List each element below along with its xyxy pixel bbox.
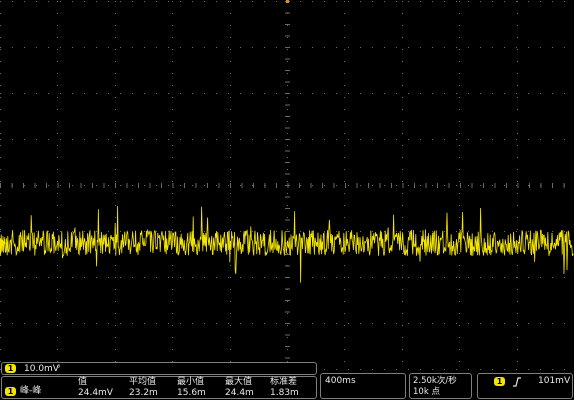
measurement-source-badge: 1 xyxy=(5,387,16,396)
timebase-panel[interactable]: 400ms xyxy=(320,373,406,399)
value-current: 24.4mV xyxy=(78,388,113,398)
value-min: 15.6m xyxy=(177,388,206,398)
measurement-panel[interactable]: 1 峰-峰 值 平均值 最小值 最大值 标准差 24.4mV 23.2m 15.… xyxy=(1,376,317,399)
channel-scale: 10.0mV xyxy=(24,364,59,374)
oscilloscope-screen xyxy=(0,0,574,400)
trigger-source-badge: 1 xyxy=(494,377,505,386)
header-value: 值 xyxy=(78,377,88,387)
channel-1-trace xyxy=(0,206,574,283)
rising-edge-icon xyxy=(513,377,521,387)
waveform-trace xyxy=(0,206,574,283)
value-max: 24.4m xyxy=(225,388,254,398)
header-mean: 平均值 xyxy=(129,377,157,387)
record-length: 10k 点 xyxy=(413,387,440,397)
header-min: 最小值 xyxy=(177,377,205,387)
acquisition-panel[interactable]: 2.50k次/秒 10k 点 xyxy=(409,373,472,399)
measurement-type-label: 峰-峰 xyxy=(20,386,42,396)
timebase-scale: 400ms xyxy=(325,376,356,386)
bandwidth-limit-icon: ⁶ xyxy=(57,363,61,372)
sample-rate: 2.50k次/秒 xyxy=(413,376,457,386)
value-stddev: 1.83m xyxy=(270,388,299,398)
channel-scale-panel[interactable]: 1 10.0mV ⁶ xyxy=(1,362,317,375)
trigger-panel[interactable]: 1 101mV xyxy=(477,373,573,399)
header-max: 最大值 xyxy=(225,377,253,387)
header-stddev: 标准差 xyxy=(270,377,298,387)
channel-badge: 1 xyxy=(5,364,16,373)
trigger-level: 101mV xyxy=(538,376,571,386)
value-mean: 23.2m xyxy=(129,388,158,398)
